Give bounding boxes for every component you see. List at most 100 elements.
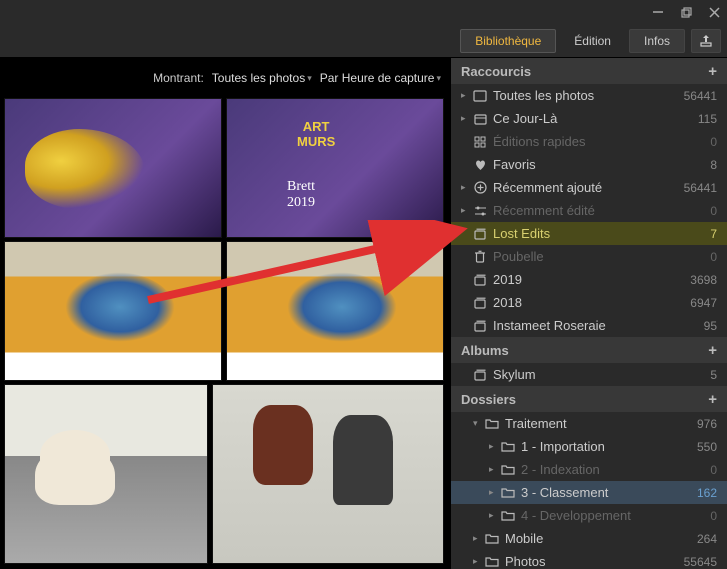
sidebar-item[interactable]: Poubelle0 [451,245,727,268]
stack-icon [471,369,489,381]
folder-icon [483,533,501,544]
filter-bar: Montrant: Toutes les photos ▾ Par Heure … [0,58,451,98]
sidebar-item[interactable]: ▸Toutes les photos56441 [451,84,727,107]
sidebar-item-count: 7 [710,227,717,241]
chevron-right-icon: ▸ [461,90,471,101]
sidebar-item[interactable]: ▸Récemment ajouté56441 [451,176,727,199]
section-header-albums[interactable]: Albums + [451,337,727,363]
sidebar-item-count: 115 [698,112,717,126]
sidebar-item[interactable]: Skylum5 [451,363,727,386]
sidebar-item-count: 0 [710,463,717,477]
sidebar-item[interactable]: Lost Edits7 [451,222,727,245]
sidebar-item-label: Skylum [489,367,710,382]
sidebar-item-label: Poubelle [489,249,710,264]
sidebar-item[interactable]: Éditions rapides0 [451,130,727,153]
sidebar-item[interactable]: 20186947 [451,291,727,314]
add-shortcut-button[interactable]: + [708,63,717,80]
sidebar-item-count: 0 [710,250,717,264]
sidebar-item-label: Récemment édité [489,203,710,218]
chevron-down-icon: ▾ [436,73,441,84]
chevron-right-icon: ▸ [473,533,483,544]
window-maximize-button[interactable] [679,5,693,19]
sidebar-item-label: 3 - Classement [517,485,697,500]
sidebar-item[interactable]: ▸4 - Developpement0 [451,504,727,527]
chevron-right-icon: ▸ [489,441,499,452]
chevron-right-icon: ▸ [489,510,499,521]
share-button[interactable] [691,29,721,53]
stack-icon [471,297,489,309]
filter-scope-value: Toutes les photos [212,71,305,85]
sidebar-item-label: Traitement [501,416,697,431]
sidebar-item-count: 56441 [684,89,717,103]
plus-circle-icon [471,181,489,194]
chevron-right-icon: ▸ [489,464,499,475]
sidebar-item[interactable]: ▸ Récemment édité0 [451,199,727,222]
section-header-folders[interactable]: Dossiers + [451,386,727,412]
photos-icon [471,90,489,102]
thumbnail[interactable] [4,241,222,381]
trash-icon [471,250,489,263]
main-toolbar: Bibliothèque Édition Infos [0,24,727,58]
sidebar-item[interactable]: 20193698 [451,268,727,291]
chevron-down-icon: ▾ [473,418,483,429]
sidebar-item[interactable]: ▸Ce Jour-Là115 [451,107,727,130]
sidebar-item[interactable]: ▸3 - Classement162 [451,481,727,504]
chevron-right-icon: ▸ [461,182,471,193]
stack-icon [471,320,489,332]
sidebar-item[interactable]: ▾ Traitement976 [451,412,727,435]
sidebar-item-count: 0 [710,135,717,149]
thumbnail[interactable] [212,384,444,564]
window-titlebar [0,0,727,24]
section-header-shortcuts[interactable]: Raccourcis + [451,58,727,84]
sidebar-item-label: 1 - Importation [517,439,697,454]
window-minimize-button[interactable] [651,5,665,19]
sidebar-item[interactable]: ▸ 1 - Importation550 [451,435,727,458]
sidebar-item-count: 976 [697,417,717,431]
sidebar-item-count: 5 [710,368,717,382]
sidebar-item-label: Ce Jour-Là [489,111,698,126]
tab-info[interactable]: Infos [629,29,685,53]
folder-icon [483,418,501,429]
grid-icon [471,136,489,148]
sidebar-item-label: Favoris [489,157,710,172]
filter-scope-dropdown[interactable]: Toutes les photos ▾ [212,71,312,85]
sidebar-item-label: 4 - Developpement [517,508,710,523]
sliders-icon [471,205,489,217]
add-folder-button[interactable]: + [708,391,717,408]
sort-order-dropdown[interactable]: Par Heure de capture ▾ [320,71,441,85]
sidebar-item-label: 2018 [489,295,690,310]
sort-order-value: Par Heure de capture [320,71,435,85]
share-icon [699,34,713,48]
chevron-right-icon: ▸ [473,556,483,567]
tab-edit[interactable]: Édition [560,29,625,53]
chevron-right-icon: ▸ [461,205,471,216]
sidebar-item-label: Lost Edits [489,226,710,241]
calendar-icon [471,113,489,125]
sidebar-item[interactable]: Instameet Roseraie95 [451,314,727,337]
sidebar-item-count: 95 [704,319,717,333]
sidebar-item-count: 55645 [684,555,717,569]
thumbnail[interactable] [226,241,444,381]
folder-icon [499,510,517,521]
sidebar-item-count: 0 [710,204,717,218]
sidebar-item-count: 3698 [690,273,717,287]
sidebar-item-label: Photos [501,554,684,569]
showing-label: Montrant: [153,71,204,85]
folder-icon [499,441,517,452]
thumbnail[interactable] [4,98,222,238]
sidebar-item-count: 550 [697,440,717,454]
add-album-button[interactable]: + [708,342,717,359]
sidebar-item[interactable]: ▸2 - Indexation0 [451,458,727,481]
tab-library[interactable]: Bibliothèque [460,29,556,53]
sidebar-item[interactable]: ▸ Photos55645 [451,550,727,569]
folder-icon [499,464,517,475]
sidebar-item[interactable]: Favoris8 [451,153,727,176]
thumbnail[interactable] [4,384,208,564]
sidebar-item-label: Mobile [501,531,697,546]
window-close-button[interactable] [707,5,721,19]
thumbnail[interactable] [226,98,444,238]
photo-grid: Montrant: Toutes les photos ▾ Par Heure … [0,58,451,569]
section-title: Albums [461,343,509,358]
sidebar-item[interactable]: ▸Mobile264 [451,527,727,550]
sidebar-item-label: 2019 [489,272,690,287]
